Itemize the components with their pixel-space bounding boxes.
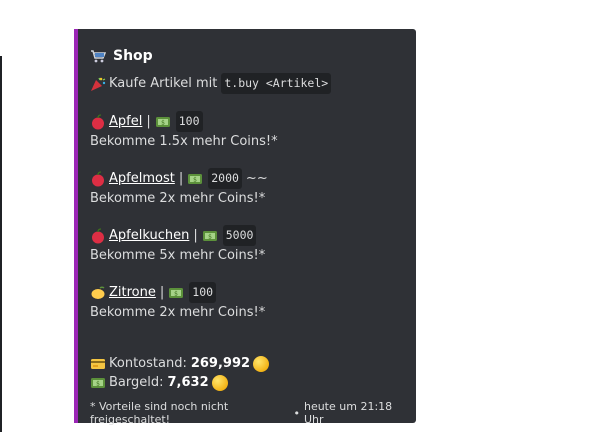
item-header: Apfel | $ 100 (90, 111, 404, 132)
balance-label: Kontostand: (109, 356, 187, 371)
item-price: 5000 (222, 225, 257, 246)
money-bill-icon: $ (155, 116, 170, 127)
footer-separator: • (293, 406, 300, 420)
shop-item-apfelmost: Apfelmost | $ 2000 ~~ Bekomme 2x mehr Co… (90, 168, 404, 208)
item-separator: | (178, 171, 184, 186)
item-description: Bekomme 1.5x mehr Coins!* (90, 134, 278, 149)
item-name-link[interactable]: Zitrone (109, 283, 156, 302)
shop-embed: Shop Kaufe Artikel mit t.buy <Artikel> A… (74, 29, 416, 426)
shop-item-apfelkuchen: Apfelkuchen | $ 5000 Bekomme 5x mehr Coi… (90, 225, 404, 265)
item-price: 100 (175, 111, 203, 132)
money-bill-icon: $ (169, 287, 184, 298)
item-suffix: ~~ (245, 171, 268, 186)
money-bill-icon: $ (188, 173, 203, 184)
apple-icon (92, 113, 104, 129)
balance-section: Kontostand: 269,992 $ Bargeld: 7,632 (90, 354, 404, 392)
item-description: Bekomme 5x mehr Coins!* (90, 248, 266, 263)
footer-timestamp: heute um 21:18 Uhr (303, 400, 393, 426)
footer-text: * Vorteile sind noch nicht freigeschalte… (90, 400, 229, 426)
coin-icon (253, 355, 270, 372)
balance-value: 269,992 (190, 356, 251, 371)
money-bill-icon: $ (91, 377, 105, 388)
item-separator: | (193, 228, 198, 243)
item-price: 100 (189, 282, 217, 303)
credit-card-icon (91, 358, 105, 369)
cash-value: 7,632 (167, 375, 209, 390)
svg-text:$: $ (161, 119, 165, 126)
item-description: Bekomme 2x mehr Coins!* (90, 305, 266, 320)
apple-icon (92, 227, 104, 243)
shop-item-apfel: Apfel | $ 100 Bekomme 1.5x mehr Coins!* (90, 111, 404, 151)
cash-line: $ Bargeld: 7,632 (90, 373, 404, 392)
item-name-link[interactable]: Apfelkuchen (109, 226, 189, 245)
svg-text:$: $ (208, 233, 212, 240)
item-name-link[interactable]: Apfelmost (109, 169, 175, 188)
cash-label: Bargeld: (109, 375, 164, 390)
item-separator: | (146, 114, 151, 129)
intro-line: Kaufe Artikel mit t.buy <Artikel> (90, 73, 404, 94)
balance-line: Kontostand: 269,992 (90, 354, 404, 373)
coin-icon (211, 374, 228, 391)
item-description: Bekomme 2x mehr Coins!* (90, 191, 266, 206)
embed-footer: * Vorteile sind noch nicht freigeschalte… (90, 400, 404, 426)
party-popper-icon (91, 77, 106, 91)
lemon-icon (91, 286, 105, 299)
item-name-link[interactable]: Apfel (109, 112, 142, 131)
intro-command: t.buy <Artikel> (221, 73, 332, 94)
money-bill-icon: $ (202, 230, 217, 241)
intro-text: Kaufe Artikel mit (109, 76, 218, 91)
item-header: Apfelmost | $ 2000 ~~ (90, 168, 404, 189)
item-price: 2000 (208, 168, 242, 189)
apple-icon (92, 170, 104, 186)
item-separator: | (159, 285, 165, 300)
left-border-line (0, 56, 2, 432)
item-header: Zitrone | $ 100 (90, 282, 404, 303)
title-text: Shop (113, 48, 153, 64)
svg-text:$: $ (96, 380, 100, 387)
shopping-cart-icon (91, 50, 106, 63)
item-header: Apfelkuchen | $ 5000 (90, 225, 404, 246)
svg-text:$: $ (174, 290, 178, 297)
svg-text:$: $ (193, 176, 197, 183)
shop-item-zitrone: Zitrone | $ 100 Bekomme 2x mehr Coins!* (90, 282, 404, 322)
embed-title: Shop (90, 45, 404, 67)
